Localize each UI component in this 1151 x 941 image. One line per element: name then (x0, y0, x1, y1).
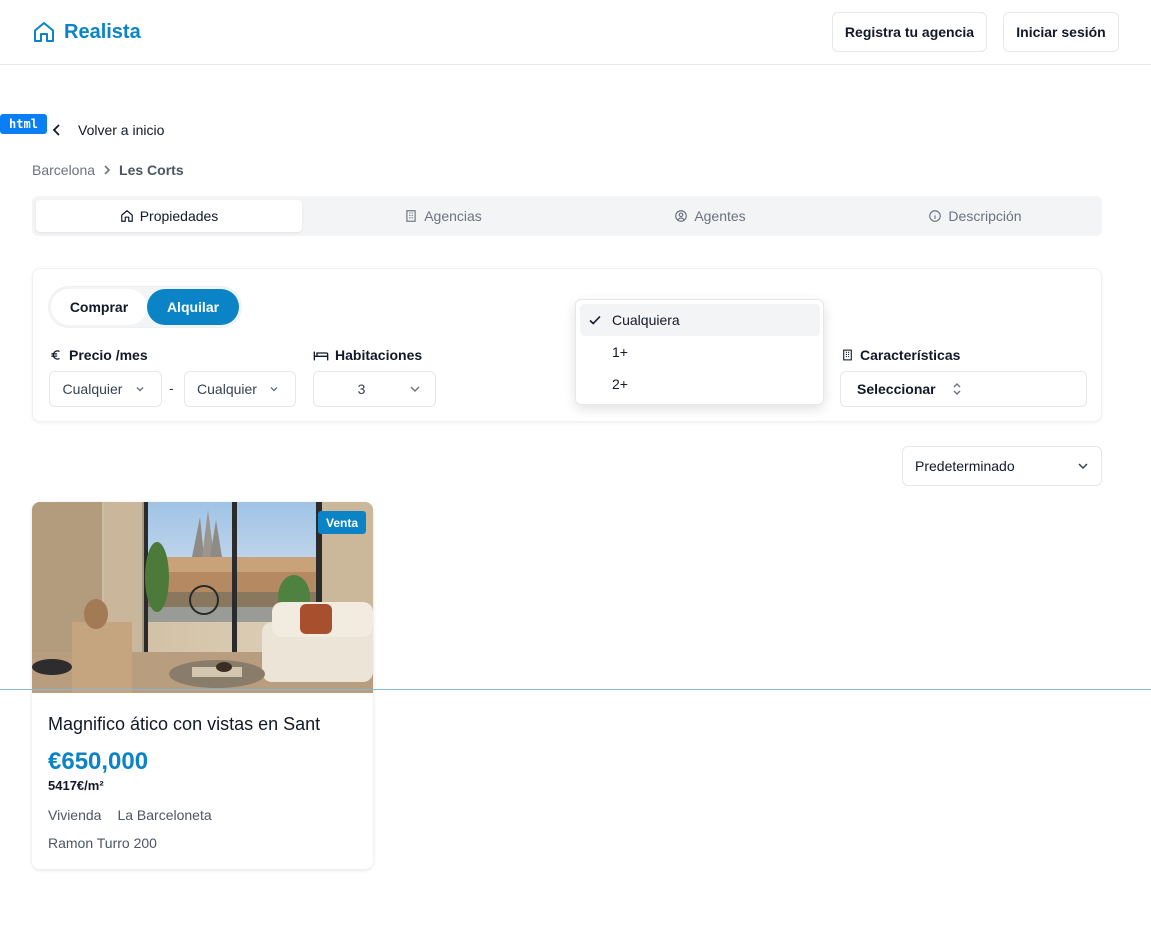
price-separator: - (169, 380, 174, 396)
chevron-left-icon (52, 124, 60, 136)
chevron-down-icon (270, 387, 278, 392)
rooms-value: 3 (357, 381, 366, 397)
breadcrumb-city[interactable]: Barcelona (32, 162, 95, 178)
buy-rent-toggle: Comprar Alquilar (49, 287, 241, 327)
rooms-filter-label: Habitaciones (313, 347, 422, 363)
tab-label: Agentes (694, 208, 746, 224)
login-button[interactable]: Iniciar sesión (1003, 12, 1119, 52)
listing-neighborhood: La Barceloneta (117, 807, 212, 823)
breadcrumb: Barcelona Les Corts (32, 162, 184, 178)
features-filter-label: Características (841, 347, 960, 363)
chevron-down-icon (136, 387, 144, 392)
breadcrumb-district: Les Corts (119, 162, 184, 178)
chevron-right-icon (104, 165, 111, 175)
bathrooms-dropdown-menu: Cualquiera 1+ 2+ (575, 299, 824, 405)
listing-price: €650,000 (48, 748, 149, 775)
back-link-label: Volver a inicio (78, 122, 165, 138)
rent-option[interactable]: Alquilar (147, 289, 239, 325)
brand-logo[interactable]: Realista (32, 20, 141, 44)
dropdown-option-label: 2+ (612, 376, 628, 392)
rooms-select[interactable]: 3 (313, 371, 436, 407)
brand-name: Realista (64, 20, 141, 43)
buy-option[interactable]: Comprar (51, 289, 147, 325)
html-tag-badge: html (0, 114, 47, 134)
divider-line (0, 689, 1151, 690)
listing-address: Ramon Turro 200 (48, 835, 157, 851)
price-min-value: Cualquier (62, 381, 123, 397)
filters-panel: Comprar Alquilar Precio /mes Cualquier -… (32, 268, 1102, 422)
price-filter-label: Precio /mes (49, 347, 148, 363)
sort-select[interactable]: Predeterminado (902, 446, 1102, 486)
home-icon (34, 22, 54, 42)
price-max-select[interactable]: Cualquier (184, 371, 296, 407)
features-select[interactable]: Seleccionar (840, 371, 1087, 407)
euro-icon (51, 350, 60, 360)
dropdown-option-label: Cualquiera (612, 312, 680, 328)
building-icon (843, 349, 852, 361)
rooms-label: Habitaciones (335, 347, 423, 363)
price-min-select[interactable]: Cualquier (49, 371, 162, 407)
building-icon (406, 210, 416, 222)
tab-propiedades[interactable]: Propiedades (36, 200, 302, 232)
property-photo: Venta (32, 502, 373, 693)
tab-descripcion[interactable]: Descripción (842, 200, 1108, 232)
features-value: Seleccionar (857, 381, 936, 397)
price-max-value: Cualquier (197, 381, 257, 397)
bed-icon (313, 351, 329, 361)
tab-label: Propiedades (139, 208, 219, 224)
listing-title[interactable]: Magnifico ático con vistas en Sant (48, 714, 320, 735)
property-card[interactable]: Venta Magnifico ático con vistas en Sant… (32, 502, 373, 869)
home-icon (120, 210, 133, 222)
listing-price-per-m2: 5417€/m² (48, 778, 104, 793)
dropdown-option-2plus[interactable]: 2+ (580, 368, 820, 400)
dropdown-option-label: 1+ (612, 344, 628, 360)
dropdown-option-any[interactable]: Cualquiera (580, 304, 820, 336)
sort-value: Predeterminado (915, 458, 1015, 474)
section-tabs: Propiedades Agencias Agentes Descripción (32, 196, 1102, 236)
tab-label: Descripción (948, 208, 1022, 224)
tab-agentes[interactable]: Agentes (577, 200, 843, 232)
listing-type-badge: Venta (318, 511, 367, 534)
listing-meta: Vivienda La Barceloneta (48, 807, 212, 823)
user-circle-icon (675, 210, 688, 222)
dropdown-option-1plus[interactable]: 1+ (580, 336, 820, 368)
check-icon (589, 315, 601, 325)
tab-label: Agencias (424, 208, 482, 224)
top-header: Realista Registra tu agencia Iniciar ses… (0, 0, 1151, 65)
chevron-down-icon (410, 386, 420, 392)
back-link[interactable]: Volver a inicio (52, 122, 164, 138)
chevron-updown-icon (953, 383, 961, 395)
features-label: Características (860, 347, 961, 363)
chevron-down-icon (1078, 463, 1088, 470)
listing-property-type: Vivienda (48, 807, 102, 823)
tab-agencias[interactable]: Agencias (310, 200, 576, 232)
price-label: Precio /mes (69, 347, 148, 363)
info-icon (929, 210, 942, 222)
register-agency-button[interactable]: Registra tu agencia (832, 12, 987, 52)
